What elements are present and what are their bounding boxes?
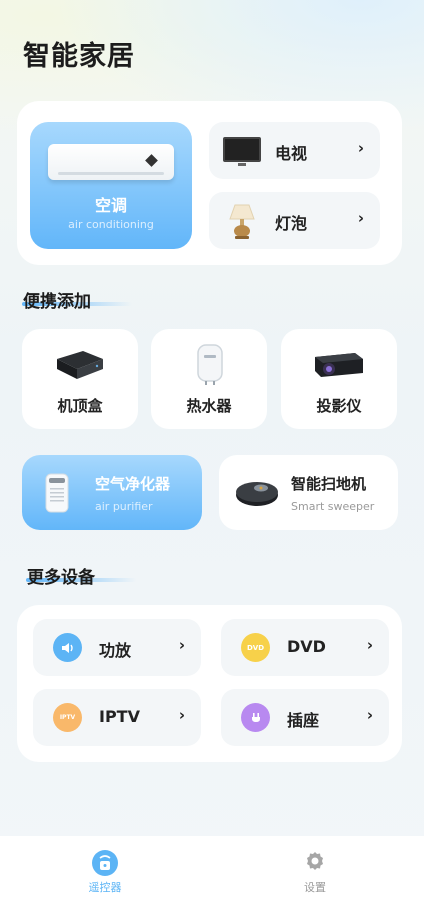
air-purifier-sublabel: air purifier [95, 500, 153, 513]
bulb-label: 灯泡 [275, 214, 308, 233]
air-purifier-tile[interactable]: 空气净化器 air purifier [22, 455, 202, 530]
socket-label: 插座 [287, 711, 320, 730]
air-conditioner-label: 空调 [94, 196, 127, 215]
iptv-icon: IPTV [53, 703, 82, 732]
tab-settings[interactable]: 设置 [265, 836, 365, 902]
tab-settings-label: 设置 [304, 881, 326, 894]
air-conditioner-card[interactable]: 空调 air conditioning [30, 122, 192, 249]
speaker-icon [53, 633, 82, 662]
amplifier-label: 功放 [99, 641, 132, 660]
iptv-item[interactable]: IPTV IPTV › [33, 689, 201, 746]
air-conditioner-sublabel: air conditioning [68, 218, 154, 231]
robot-sweeper-label: 智能扫地机 [291, 475, 367, 493]
more-devices-title: 更多设备 [27, 568, 95, 588]
bottom-tab-bar: 遥控器 设置 [0, 836, 424, 902]
tv-icon [223, 137, 261, 166]
quick-add-title: 便携添加 [23, 292, 91, 312]
bulb-item[interactable]: 灯泡 › [209, 192, 380, 249]
gear-icon [307, 852, 323, 870]
chevron-right-icon: › [366, 706, 373, 724]
water-heater-tile[interactable]: 热水器 [151, 329, 267, 429]
robot-sweeper-tile[interactable]: 智能扫地机 Smart sweeper [219, 455, 398, 530]
robot-sweeper-icon [236, 482, 278, 506]
chevron-right-icon: › [178, 636, 185, 654]
tab-remote[interactable]: 遥控器 [55, 836, 155, 902]
projector-label: 投影仪 [316, 397, 362, 415]
air-conditioner-icon [48, 144, 174, 180]
more-devices-card: 功放 › DVD DVD › IPTV IPTV › 插座 › [17, 605, 402, 762]
chevron-right-icon: › [178, 706, 185, 724]
robot-sweeper-sublabel: Smart sweeper [291, 500, 375, 513]
set-top-box-label: 机顶盒 [57, 397, 103, 415]
dvd-label: DVD [287, 637, 326, 656]
plug-icon [241, 703, 270, 732]
tv-label: 电视 [275, 144, 308, 163]
dvd-icon: DVD [241, 633, 270, 662]
set-top-box-tile[interactable]: 机顶盒 [22, 329, 138, 429]
socket-item[interactable]: 插座 › [221, 689, 389, 746]
projector-icon [315, 353, 363, 377]
remote-icon [92, 850, 118, 876]
chevron-right-icon: › [357, 209, 364, 227]
air-purifier-label: 空气净化器 [95, 475, 171, 493]
tv-item[interactable]: 电视 › [209, 122, 380, 179]
dvd-item[interactable]: DVD DVD › [221, 619, 389, 676]
set-top-box-icon [57, 351, 103, 379]
water-heater-label: 热水器 [186, 397, 232, 415]
tab-remote-label: 遥控器 [88, 881, 122, 894]
projector-tile[interactable]: 投影仪 [281, 329, 397, 429]
amplifier-item[interactable]: 功放 › [33, 619, 201, 676]
chevron-right-icon: › [366, 636, 373, 654]
featured-devices-card: 空调 air conditioning 电视 › 灯泡 › [17, 101, 402, 265]
air-purifier-icon [45, 473, 69, 513]
water-heater-icon [197, 344, 223, 385]
chevron-right-icon: › [357, 139, 364, 157]
lamp-icon [229, 204, 255, 239]
iptv-label: IPTV [99, 707, 140, 726]
page-title: 智能家居 [23, 41, 135, 72]
